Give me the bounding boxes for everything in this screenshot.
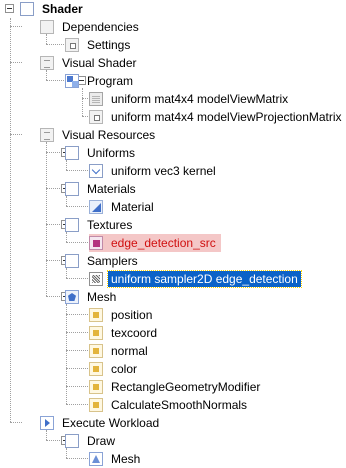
model-view-projection-matrix-label: uniform mat4x4 modelViewProjectionMatrix (111, 110, 342, 124)
program-label: Program (87, 74, 134, 88)
kernel-label: uniform vec3 kernel (111, 164, 216, 178)
settings-label: Settings (87, 38, 131, 52)
tree-node-draw[interactable]: Draw (65, 432, 118, 450)
modifier-icon (89, 398, 103, 412)
calculate-smooth-normals-label: CalculateSmoothNormals (111, 398, 248, 412)
uniforms-folder-icon (65, 146, 79, 160)
attribute-icon (89, 308, 103, 322)
uniform-matrix-icon (89, 92, 103, 106)
mesh-icon (65, 290, 79, 304)
tree-node-kernel[interactable]: uniform vec3 kernel (89, 162, 219, 180)
tree-node-dependencies[interactable]: Dependencies (40, 18, 142, 36)
tree-node-position[interactable]: position (89, 306, 155, 324)
chevron-down-icon (89, 164, 103, 178)
tree-node-model-view-matrix[interactable]: uniform mat4x4 modelViewMatrix (89, 90, 291, 108)
draw-mesh-icon (89, 452, 103, 466)
tree-node-visual-shader[interactable]: Visual Shader (40, 54, 140, 72)
sampler-edge-detection-label: uniform sampler2D edge_detection (107, 270, 302, 288)
mesh-label: Mesh (87, 290, 117, 304)
position-label: position (111, 308, 153, 322)
tree-node-visual-resources[interactable]: Visual Resources (40, 126, 158, 144)
tree-node-samplers[interactable]: Samplers (65, 252, 141, 270)
edge-detection-src-label: edge_detection_src (111, 236, 216, 250)
textures-label: Textures (87, 218, 133, 232)
samplers-folder-icon (65, 254, 79, 268)
tree-node-model-view-projection-matrix[interactable]: uniform mat4x4 modelViewProjectionMatrix (89, 108, 345, 126)
tree-node-program[interactable]: Program (65, 72, 136, 90)
collapse-shader-icon[interactable] (5, 4, 14, 13)
program-icon (65, 74, 79, 88)
shader-icon (20, 2, 34, 16)
uniforms-label: Uniforms (87, 146, 136, 160)
attribute-icon (89, 344, 103, 358)
execute-workload-label: Execute Workload (62, 416, 160, 430)
textures-folder-icon (65, 218, 79, 232)
samplers-label: Samplers (87, 254, 138, 268)
settings-icon (65, 38, 79, 52)
tree-node-settings[interactable]: Settings (65, 36, 133, 54)
rectangle-geometry-modifier-label: RectangleGeometryModifier (111, 380, 261, 394)
draw-folder-icon (65, 434, 79, 448)
dependencies-icon (40, 20, 54, 34)
tree-node-edge-detection-src[interactable]: edge_detection_src (89, 234, 221, 252)
tree-node-uniforms[interactable]: Uniforms (65, 144, 138, 162)
texcoord-label: texcoord (111, 326, 158, 340)
tree-node-shader[interactable]: Shader (20, 0, 86, 18)
visual-resources-label: Visual Resources (62, 128, 156, 142)
uniform-matrix-icon (89, 110, 103, 124)
attribute-icon (89, 362, 103, 376)
tree-node-normal[interactable]: normal (89, 342, 151, 360)
materials-label: Materials (87, 182, 136, 196)
tree-node-calculate-smooth-normals[interactable]: CalculateSmoothNormals (89, 396, 250, 414)
attribute-icon (89, 326, 103, 340)
texture-icon (89, 236, 103, 250)
tree-node-sampler-edge-detection[interactable]: uniform sampler2D edge_detection (89, 270, 302, 288)
materials-folder-icon (65, 182, 79, 196)
shader-label: Shader (42, 2, 83, 16)
color-label: color (111, 362, 138, 376)
tree-node-draw-mesh[interactable]: Mesh (89, 450, 143, 468)
visual-shader-icon (40, 56, 54, 70)
dependencies-label: Dependencies (62, 20, 139, 34)
material-icon (89, 200, 103, 214)
model-view-matrix-label: uniform mat4x4 modelViewMatrix (111, 92, 289, 106)
visual-resources-icon (40, 128, 54, 142)
execute-icon (40, 416, 54, 430)
tree-node-texcoord[interactable]: texcoord (89, 324, 160, 342)
modifier-icon (89, 380, 103, 394)
tree-node-material[interactable]: Material (89, 198, 157, 216)
material-label: Material (111, 200, 154, 214)
tree-node-mesh[interactable]: Mesh (65, 288, 119, 306)
tree-node-color[interactable]: color (89, 360, 140, 378)
tree-node-execute-workload[interactable]: Execute Workload (40, 414, 162, 432)
visual-shader-label: Visual Shader (62, 56, 137, 70)
tree-node-rectangle-geometry-modifier[interactable]: RectangleGeometryModifier (89, 378, 263, 396)
sampler-icon (89, 272, 103, 286)
tree-node-textures[interactable]: Textures (65, 216, 135, 234)
normal-label: normal (111, 344, 148, 358)
tree-node-materials[interactable]: Materials (65, 180, 139, 198)
draw-label: Draw (87, 434, 116, 448)
